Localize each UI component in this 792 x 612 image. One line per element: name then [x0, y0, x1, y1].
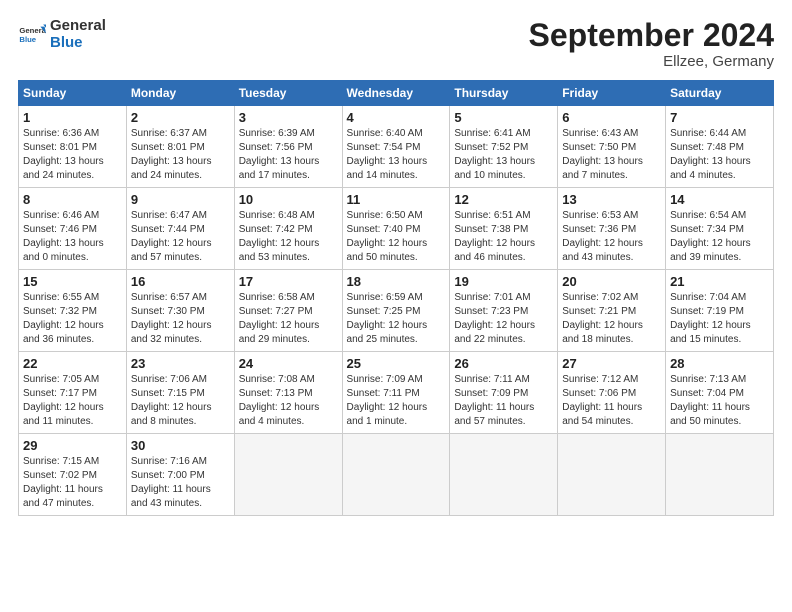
table-row: 21Sunrise: 7:04 AMSunset: 7:19 PMDayligh…	[666, 270, 774, 352]
week-row-1: 1Sunrise: 6:36 AMSunset: 8:01 PMDaylight…	[19, 106, 774, 188]
table-row: 15Sunrise: 6:55 AMSunset: 7:32 PMDayligh…	[19, 270, 127, 352]
month-title: September 2024	[529, 18, 774, 53]
table-row: 12Sunrise: 6:51 AMSunset: 7:38 PMDayligh…	[450, 188, 558, 270]
table-row: 29Sunrise: 7:15 AMSunset: 7:02 PMDayligh…	[19, 434, 127, 516]
logo-blue: Blue	[50, 35, 106, 52]
table-row: 25Sunrise: 7:09 AMSunset: 7:11 PMDayligh…	[342, 352, 450, 434]
weekday-header-row: SundayMondayTuesdayWednesdayThursdayFrid…	[19, 81, 774, 106]
table-row: 3Sunrise: 6:39 AMSunset: 7:56 PMDaylight…	[234, 106, 342, 188]
table-row: 11Sunrise: 6:50 AMSunset: 7:40 PMDayligh…	[342, 188, 450, 270]
weekday-header-wednesday: Wednesday	[342, 81, 450, 106]
calendar-table: SundayMondayTuesdayWednesdayThursdayFrid…	[18, 80, 774, 516]
weekday-header-sunday: Sunday	[19, 81, 127, 106]
table-row: 6Sunrise: 6:43 AMSunset: 7:50 PMDaylight…	[558, 106, 666, 188]
table-row: 22Sunrise: 7:05 AMSunset: 7:17 PMDayligh…	[19, 352, 127, 434]
weekday-header-thursday: Thursday	[450, 81, 558, 106]
weekday-header-friday: Friday	[558, 81, 666, 106]
table-row: 20Sunrise: 7:02 AMSunset: 7:21 PMDayligh…	[558, 270, 666, 352]
table-row: 8Sunrise: 6:46 AMSunset: 7:46 PMDaylight…	[19, 188, 127, 270]
table-row	[558, 434, 666, 516]
table-row: 18Sunrise: 6:59 AMSunset: 7:25 PMDayligh…	[342, 270, 450, 352]
location: Ellzee, Germany	[529, 53, 774, 70]
table-row: 4Sunrise: 6:40 AMSunset: 7:54 PMDaylight…	[342, 106, 450, 188]
weekday-header-monday: Monday	[126, 81, 234, 106]
logo-icon: General Blue	[18, 21, 46, 49]
week-row-4: 22Sunrise: 7:05 AMSunset: 7:17 PMDayligh…	[19, 352, 774, 434]
table-row: 14Sunrise: 6:54 AMSunset: 7:34 PMDayligh…	[666, 188, 774, 270]
logo-general: General	[50, 18, 106, 35]
table-row	[450, 434, 558, 516]
table-row: 16Sunrise: 6:57 AMSunset: 7:30 PMDayligh…	[126, 270, 234, 352]
table-row	[342, 434, 450, 516]
table-row: 19Sunrise: 7:01 AMSunset: 7:23 PMDayligh…	[450, 270, 558, 352]
table-row: 10Sunrise: 6:48 AMSunset: 7:42 PMDayligh…	[234, 188, 342, 270]
weekday-header-saturday: Saturday	[666, 81, 774, 106]
table-row: 9Sunrise: 6:47 AMSunset: 7:44 PMDaylight…	[126, 188, 234, 270]
table-row: 5Sunrise: 6:41 AMSunset: 7:52 PMDaylight…	[450, 106, 558, 188]
week-row-2: 8Sunrise: 6:46 AMSunset: 7:46 PMDaylight…	[19, 188, 774, 270]
week-row-5: 29Sunrise: 7:15 AMSunset: 7:02 PMDayligh…	[19, 434, 774, 516]
table-row: 30Sunrise: 7:16 AMSunset: 7:00 PMDayligh…	[126, 434, 234, 516]
table-row	[666, 434, 774, 516]
svg-text:Blue: Blue	[19, 35, 36, 44]
table-row: 26Sunrise: 7:11 AMSunset: 7:09 PMDayligh…	[450, 352, 558, 434]
table-row: 28Sunrise: 7:13 AMSunset: 7:04 PMDayligh…	[666, 352, 774, 434]
table-row: 13Sunrise: 6:53 AMSunset: 7:36 PMDayligh…	[558, 188, 666, 270]
title-block: September 2024 Ellzee, Germany	[529, 18, 774, 70]
table-row: 2Sunrise: 6:37 AMSunset: 8:01 PMDaylight…	[126, 106, 234, 188]
table-row: 1Sunrise: 6:36 AMSunset: 8:01 PMDaylight…	[19, 106, 127, 188]
logo: General Blue General Blue	[18, 18, 106, 51]
table-row: 23Sunrise: 7:06 AMSunset: 7:15 PMDayligh…	[126, 352, 234, 434]
table-row: 24Sunrise: 7:08 AMSunset: 7:13 PMDayligh…	[234, 352, 342, 434]
week-row-3: 15Sunrise: 6:55 AMSunset: 7:32 PMDayligh…	[19, 270, 774, 352]
table-row: 7Sunrise: 6:44 AMSunset: 7:48 PMDaylight…	[666, 106, 774, 188]
header: General Blue General Blue September 2024…	[18, 18, 774, 70]
table-row	[234, 434, 342, 516]
table-row: 17Sunrise: 6:58 AMSunset: 7:27 PMDayligh…	[234, 270, 342, 352]
table-row: 27Sunrise: 7:12 AMSunset: 7:06 PMDayligh…	[558, 352, 666, 434]
weekday-header-tuesday: Tuesday	[234, 81, 342, 106]
